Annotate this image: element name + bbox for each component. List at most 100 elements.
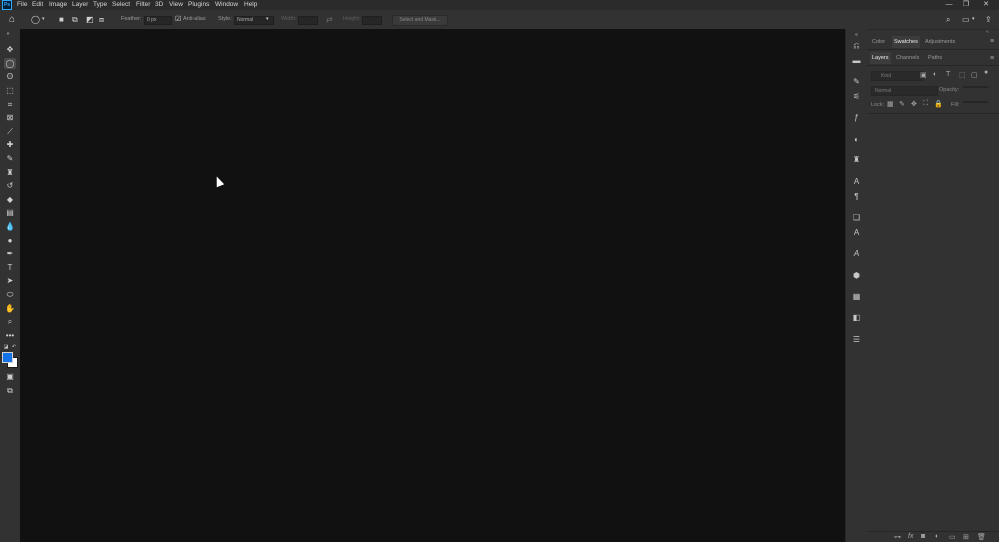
lock-position-icon[interactable]: ✥	[911, 100, 917, 108]
elliptical-marquee-tool-icon[interactable]: ◯	[4, 58, 16, 69]
brushes-panel-icon[interactable]: ✎	[850, 76, 863, 88]
timeline-panel-icon[interactable]: ▦	[850, 291, 863, 303]
brush-tool-icon[interactable]: ✎	[4, 153, 16, 164]
restore-icon[interactable]: ❐	[959, 0, 973, 10]
crop-tool-icon[interactable]: ⌗	[4, 99, 16, 110]
smart-object-filter-icon[interactable]: ▢	[971, 71, 978, 79]
paragraph-styles-panel-icon[interactable]: A	[850, 227, 863, 239]
quick-mask-icon[interactable]: ▣	[4, 371, 16, 382]
hand-tool-icon[interactable]: ✋	[4, 303, 16, 314]
screen-mode-icon[interactable]: ⧉	[4, 385, 16, 396]
pen-tool-icon[interactable]: ✒	[4, 248, 16, 259]
lock-transparent-pixels-icon[interactable]: ▦	[887, 100, 894, 108]
menu-type[interactable]: Type	[93, 0, 107, 10]
lasso-tool-icon[interactable]: ʘ	[4, 71, 16, 82]
clone-source-panel-icon[interactable]: ♜	[850, 154, 863, 166]
select-and-mask-button[interactable]: Select and Mask...	[392, 15, 448, 26]
menu-image[interactable]: Image	[49, 0, 67, 10]
new-group-icon[interactable]: ▭	[949, 533, 956, 541]
delete-layer-icon[interactable]: 🗑	[977, 533, 986, 541]
layer-kind-filter[interactable]: Kind	[871, 71, 924, 81]
height-input[interactable]	[362, 16, 382, 25]
properties-panel-icon[interactable]: ◧	[850, 312, 863, 324]
layer-style-icon[interactable]: fx	[908, 533, 913, 540]
close-icon[interactable]: ✕	[979, 0, 993, 10]
frame-tool-icon[interactable]: ⊠	[4, 112, 16, 123]
tab-adjustments[interactable]: Adjustments	[925, 36, 955, 48]
fill-input[interactable]	[963, 101, 988, 103]
type-layer-filter-icon[interactable]: T	[946, 71, 950, 78]
layers-panel-menu-icon[interactable]: ≡	[990, 55, 994, 62]
share-icon[interactable]: ⇪	[985, 10, 992, 29]
menu-plugins[interactable]: Plugins	[188, 0, 209, 10]
styles-panel-icon[interactable]: ◐	[850, 134, 863, 146]
workspace-chevron-down-icon[interactable]: ▾	[972, 10, 975, 29]
menu-select[interactable]: Select	[112, 0, 130, 10]
lock-image-pixels-icon[interactable]: ✎	[899, 100, 905, 108]
object-selection-tool-icon[interactable]: ⬚	[4, 85, 16, 96]
new-layer-icon[interactable]: ⊞	[963, 533, 969, 541]
adjustment-layer-filter-icon[interactable]: ◐	[933, 71, 937, 78]
3d-panel-icon[interactable]: ⬢	[850, 270, 863, 282]
new-selection-icon[interactable]: ■	[59, 10, 64, 29]
opacity-input[interactable]	[963, 86, 988, 88]
add-to-selection-icon[interactable]: ⧉	[72, 10, 78, 29]
eyedropper-tool-icon[interactable]: ⟋	[4, 126, 16, 137]
type-tool-icon[interactable]: T	[4, 262, 16, 273]
menu-3d[interactable]: 3D	[155, 0, 163, 10]
lock-all-icon[interactable]: 🔒	[934, 100, 943, 108]
menu-filter[interactable]: Filter	[136, 0, 150, 10]
comments-panel-icon[interactable]: ▬	[850, 55, 863, 67]
gradient-tool-icon[interactable]: ▤	[4, 207, 16, 218]
lock-artboard-icon[interactable]: ⛶	[923, 100, 928, 108]
blur-tool-icon[interactable]: 💧	[4, 221, 16, 232]
brush-settings-panel-icon[interactable]: ⚟	[850, 91, 863, 103]
healing-brush-tool-icon[interactable]: ✚	[4, 139, 16, 150]
intersect-selection-icon[interactable]: ⧈	[99, 10, 104, 29]
collapse-toolbar-icon[interactable]: »	[2, 29, 14, 40]
menu-layer[interactable]: Layer	[72, 0, 88, 10]
tab-layers[interactable]: Layers	[870, 52, 891, 64]
glyphs-panel-icon[interactable]: A	[850, 248, 863, 260]
path-selection-tool-icon[interactable]: ➤	[4, 275, 16, 286]
swap-width-height-icon[interactable]: ⇄	[326, 10, 333, 29]
menu-window[interactable]: Window	[215, 0, 238, 10]
link-layers-icon[interactable]: ⊶	[894, 533, 901, 541]
pixel-layer-filter-icon[interactable]: ▣	[920, 71, 927, 79]
search-icon[interactable]: ⌕	[946, 10, 950, 29]
blend-mode-select[interactable]: Normal	[871, 86, 938, 96]
zoom-tool-icon[interactable]: ⌕	[4, 316, 16, 327]
tab-swatches[interactable]: Swatches	[892, 36, 920, 48]
adjustments-settings-icon[interactable]: ☰	[850, 334, 863, 346]
shape-layer-filter-icon[interactable]: ⬚	[959, 71, 966, 79]
menu-view[interactable]: View	[169, 0, 183, 10]
foreground-color-swatch[interactable]	[2, 352, 13, 363]
move-tool-icon[interactable]: ✥	[4, 44, 16, 55]
elliptical-marquee-preset-icon[interactable]: ◯	[31, 10, 40, 29]
anti-alias-checkbox-icon[interactable]: ☑	[175, 10, 181, 29]
menu-edit[interactable]: Edit	[32, 0, 43, 10]
filter-toggle-icon[interactable]: ●	[984, 69, 988, 76]
character-styles-panel-icon[interactable]: ❏	[850, 212, 863, 224]
menu-file[interactable]: File	[17, 0, 27, 10]
workspace-icon[interactable]: ▭	[962, 10, 970, 29]
clone-stamp-tool-icon[interactable]: ♜	[4, 167, 16, 178]
feather-input[interactable]: 0 px	[144, 16, 172, 25]
tab-channels[interactable]: Channels	[896, 52, 919, 64]
width-input[interactable]	[298, 16, 318, 25]
tab-paths[interactable]: Paths	[928, 52, 942, 64]
chevron-down-icon[interactable]: ▾	[42, 10, 45, 29]
history-panel-icon[interactable]: ⎌	[850, 40, 863, 52]
home-icon[interactable]: ⌂	[9, 10, 15, 29]
subtract-from-selection-icon[interactable]: ◩	[86, 10, 94, 29]
style-chevron-down-icon[interactable]: ▾	[266, 10, 269, 29]
tab-color[interactable]: Color	[872, 36, 885, 48]
more-tools-icon[interactable]: •••	[4, 330, 16, 341]
paragraph-panel-icon[interactable]: ¶	[850, 191, 863, 203]
panel-collapse-icon[interactable]: «	[986, 29, 989, 35]
new-adjustment-layer-icon[interactable]: ◐	[935, 533, 939, 540]
panel-menu-icon[interactable]: ≡	[990, 38, 994, 45]
dodge-tool-icon[interactable]: ●	[4, 235, 16, 246]
photoshop-logo-icon[interactable]: Ps	[2, 0, 12, 10]
menu-help[interactable]: Help	[244, 0, 257, 10]
